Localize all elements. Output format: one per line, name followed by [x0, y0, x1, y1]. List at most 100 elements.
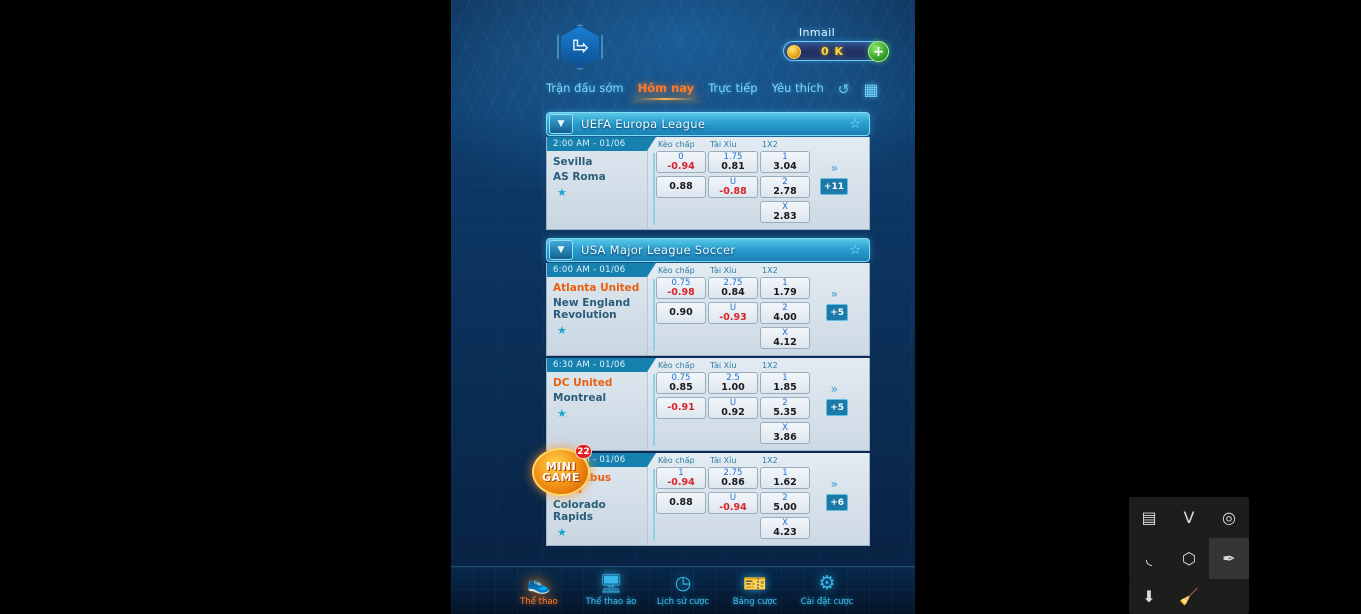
overunder-cell[interactable]: U 0.92	[708, 397, 758, 419]
onextwo-cell[interactable]: 2 2.78	[760, 176, 810, 198]
league-header[interactable]: ▼ UEFA Europa League ☆	[546, 112, 870, 136]
dock-item[interactable]: ◎	[1209, 497, 1249, 538]
balance-widget[interactable]: 0 K +	[783, 41, 889, 62]
away-team-name[interactable]: Colorado Rapids	[553, 499, 643, 523]
away-team-name[interactable]: AS Roma	[553, 171, 643, 183]
app-logo[interactable]: ⏎	[557, 24, 603, 70]
odd-value: -0.94	[667, 477, 695, 488]
desktop-dock-top[interactable]: ▤ V ◎ ◟ ⬡ ✒	[1129, 497, 1249, 579]
away-team-name[interactable]: New England Revolution	[553, 297, 643, 321]
tab-favorites[interactable]: Yêu thích	[772, 81, 824, 98]
handicap-cell[interactable]: -0.91	[656, 397, 706, 419]
handicap-column-header: Kèo chấp	[658, 456, 695, 465]
dock-item[interactable]: ⬡	[1169, 538, 1209, 579]
handicap-cell[interactable]: 0.75 -0.98	[656, 277, 706, 299]
expand-chevron-icon[interactable]: »	[831, 477, 838, 491]
dock-item	[1209, 579, 1249, 614]
match-favorite-star-icon[interactable]: ★	[547, 186, 647, 199]
overunder-cell[interactable]: 2.5 1.00	[708, 372, 758, 394]
away-team-name[interactable]: Montreal	[553, 392, 643, 404]
expand-chevron-icon[interactable]: »	[831, 161, 838, 175]
dock-item[interactable]: ⬇	[1129, 579, 1169, 614]
more-markets-count[interactable]: +5	[826, 304, 848, 321]
mini-game-badge[interactable]: 22 MINI GAME	[528, 444, 594, 496]
handicap-cell[interactable]: 0.75 0.85	[656, 372, 706, 394]
onextwo-cell[interactable]: 2 5.35	[760, 397, 810, 419]
dock-item[interactable]: V	[1169, 497, 1209, 538]
match-row[interactable]: 6:30 AM - 01/06 DC United Montreal ★ Kèo chấ…	[546, 358, 870, 451]
onextwo-cell[interactable]: 2 5.00	[760, 492, 810, 514]
handicap-column: Kèo chấp 1 -0.94 0.88	[656, 455, 706, 542]
nav-item-label: Bảng cược	[732, 597, 778, 607]
handicap-cell[interactable]: 1 -0.94	[656, 467, 706, 489]
match-time: 6:00 AM - 01/06	[547, 263, 656, 277]
handicap-cell[interactable]: 0.90	[656, 302, 706, 324]
dock-item[interactable]: 🧹	[1169, 579, 1209, 614]
nav-item-1[interactable]: 👟 Thể thao	[510, 570, 568, 608]
nav-item-2[interactable]: 🖥 Thể thao ảo	[582, 570, 640, 608]
handicap-cell[interactable]: 0.88	[656, 492, 706, 514]
match-favorite-star-icon[interactable]: ★	[547, 407, 647, 420]
overunder-cell[interactable]: U -0.88	[708, 176, 758, 198]
refresh-icon[interactable]: ↺	[838, 82, 850, 98]
league-favorite-star-icon[interactable]: ☆	[849, 117, 861, 132]
match-row[interactable]: 6:00 AM - 01/06 Atlanta United New England…	[546, 263, 870, 356]
more-markets-count[interactable]: +11	[819, 178, 848, 195]
nav-item-label: Thể thao ảo	[585, 597, 637, 607]
match-favorite-star-icon[interactable]: ★	[547, 526, 647, 539]
odd-value: 1.00	[721, 382, 745, 393]
more-markets: » +5	[812, 360, 848, 447]
overunder-cell[interactable]: U -0.94	[708, 492, 758, 514]
handicap-cell[interactable]: 0.88	[656, 176, 706, 198]
bet-slip-icon: 🎫	[743, 572, 767, 595]
onextwo-cell[interactable]: X 4.23	[760, 517, 810, 539]
deposit-plus-button[interactable]: +	[868, 41, 889, 62]
onextwo-cell[interactable]: 1 1.85	[760, 372, 810, 394]
onextwo-cell[interactable]: 2 4.00	[760, 302, 810, 324]
home-team-name[interactable]: Atlanta United	[553, 282, 643, 294]
match-favorite-star-icon[interactable]: ★	[547, 324, 647, 337]
handicap-column: Kèo chấp 0.75 0.85 -0.91	[656, 360, 706, 447]
tab-today[interactable]: Hôm nay	[631, 81, 700, 100]
league-header[interactable]: ▼ USA Major League Soccer ☆	[546, 238, 870, 262]
tab-live[interactable]: Trực tiếp	[708, 81, 757, 98]
league-collapse-caret-icon[interactable]: ▼	[549, 114, 573, 134]
overunder-cell[interactable]: U -0.93	[708, 302, 758, 324]
nav-item-3[interactable]: ◷ Lịch sử cược	[654, 570, 712, 607]
nav-item-5[interactable]: ⚙ Cài đặt cược	[798, 570, 856, 607]
handicap-cell[interactable]: 0 -0.94	[656, 151, 706, 173]
more-markets-count[interactable]: +6	[826, 494, 848, 511]
onextwo-cell[interactable]: X 4.12	[760, 327, 810, 349]
onextwo-cell[interactable]: 1 1.79	[760, 277, 810, 299]
handicap-column: Kèo chấp 0 -0.94 0.88	[656, 139, 706, 226]
expand-chevron-icon[interactable]: »	[831, 382, 838, 396]
expand-chevron-icon[interactable]: »	[831, 287, 838, 301]
dock-item[interactable]: ✒	[1209, 538, 1249, 579]
nav-item-4[interactable]: 🎫 Bảng cược	[726, 570, 784, 608]
match-row[interactable]: 7:00 AM - 01/06Columbus CrewColorado Rap…	[546, 453, 870, 546]
more-markets-count[interactable]: +5	[826, 399, 848, 416]
match-row[interactable]: 2:00 AM - 01/06 Sevilla AS Roma ★ Kèo chấp 0-…	[546, 137, 870, 230]
desktop-dock-bottom[interactable]: ⬇ 🧹	[1129, 579, 1249, 614]
league-collapse-caret-icon[interactable]: ▼	[549, 240, 573, 260]
match-list[interactable]: ▼ UEFA Europa League ☆ 2:00 AM - 01/06 Sevil…	[451, 104, 915, 566]
odd-value: -0.91	[667, 402, 695, 413]
home-team-name[interactable]: Sevilla	[553, 156, 643, 168]
purple-feather-icon: ✒	[1222, 549, 1236, 568]
dock-item[interactable]: ◟	[1129, 538, 1169, 579]
onextwo-cell[interactable]: X 3.86	[760, 422, 810, 444]
overunder-cell[interactable]: 2.75 0.84	[708, 277, 758, 299]
onextwo-cell[interactable]: 1 1.62	[760, 467, 810, 489]
odd-value: -0.98	[667, 287, 695, 298]
onextwo-cell[interactable]: 1 3.04	[760, 151, 810, 173]
overunder-cell[interactable]: 1.75 0.81	[708, 151, 758, 173]
overunder-cell[interactable]: 2.75 0.86	[708, 467, 758, 489]
calendar-icon[interactable]: ▦	[863, 80, 878, 99]
dock-item[interactable]: ▤	[1129, 497, 1169, 538]
more-markets: » +5	[812, 265, 848, 352]
tab-early-matches[interactable]: Trận đấu sớm	[546, 81, 624, 98]
onextwo-cell[interactable]: X 2.83	[760, 201, 810, 223]
blue-double-circle-icon: ◎	[1222, 508, 1236, 527]
home-team-name[interactable]: DC United	[553, 377, 643, 389]
league-favorite-star-icon[interactable]: ☆	[849, 243, 861, 258]
